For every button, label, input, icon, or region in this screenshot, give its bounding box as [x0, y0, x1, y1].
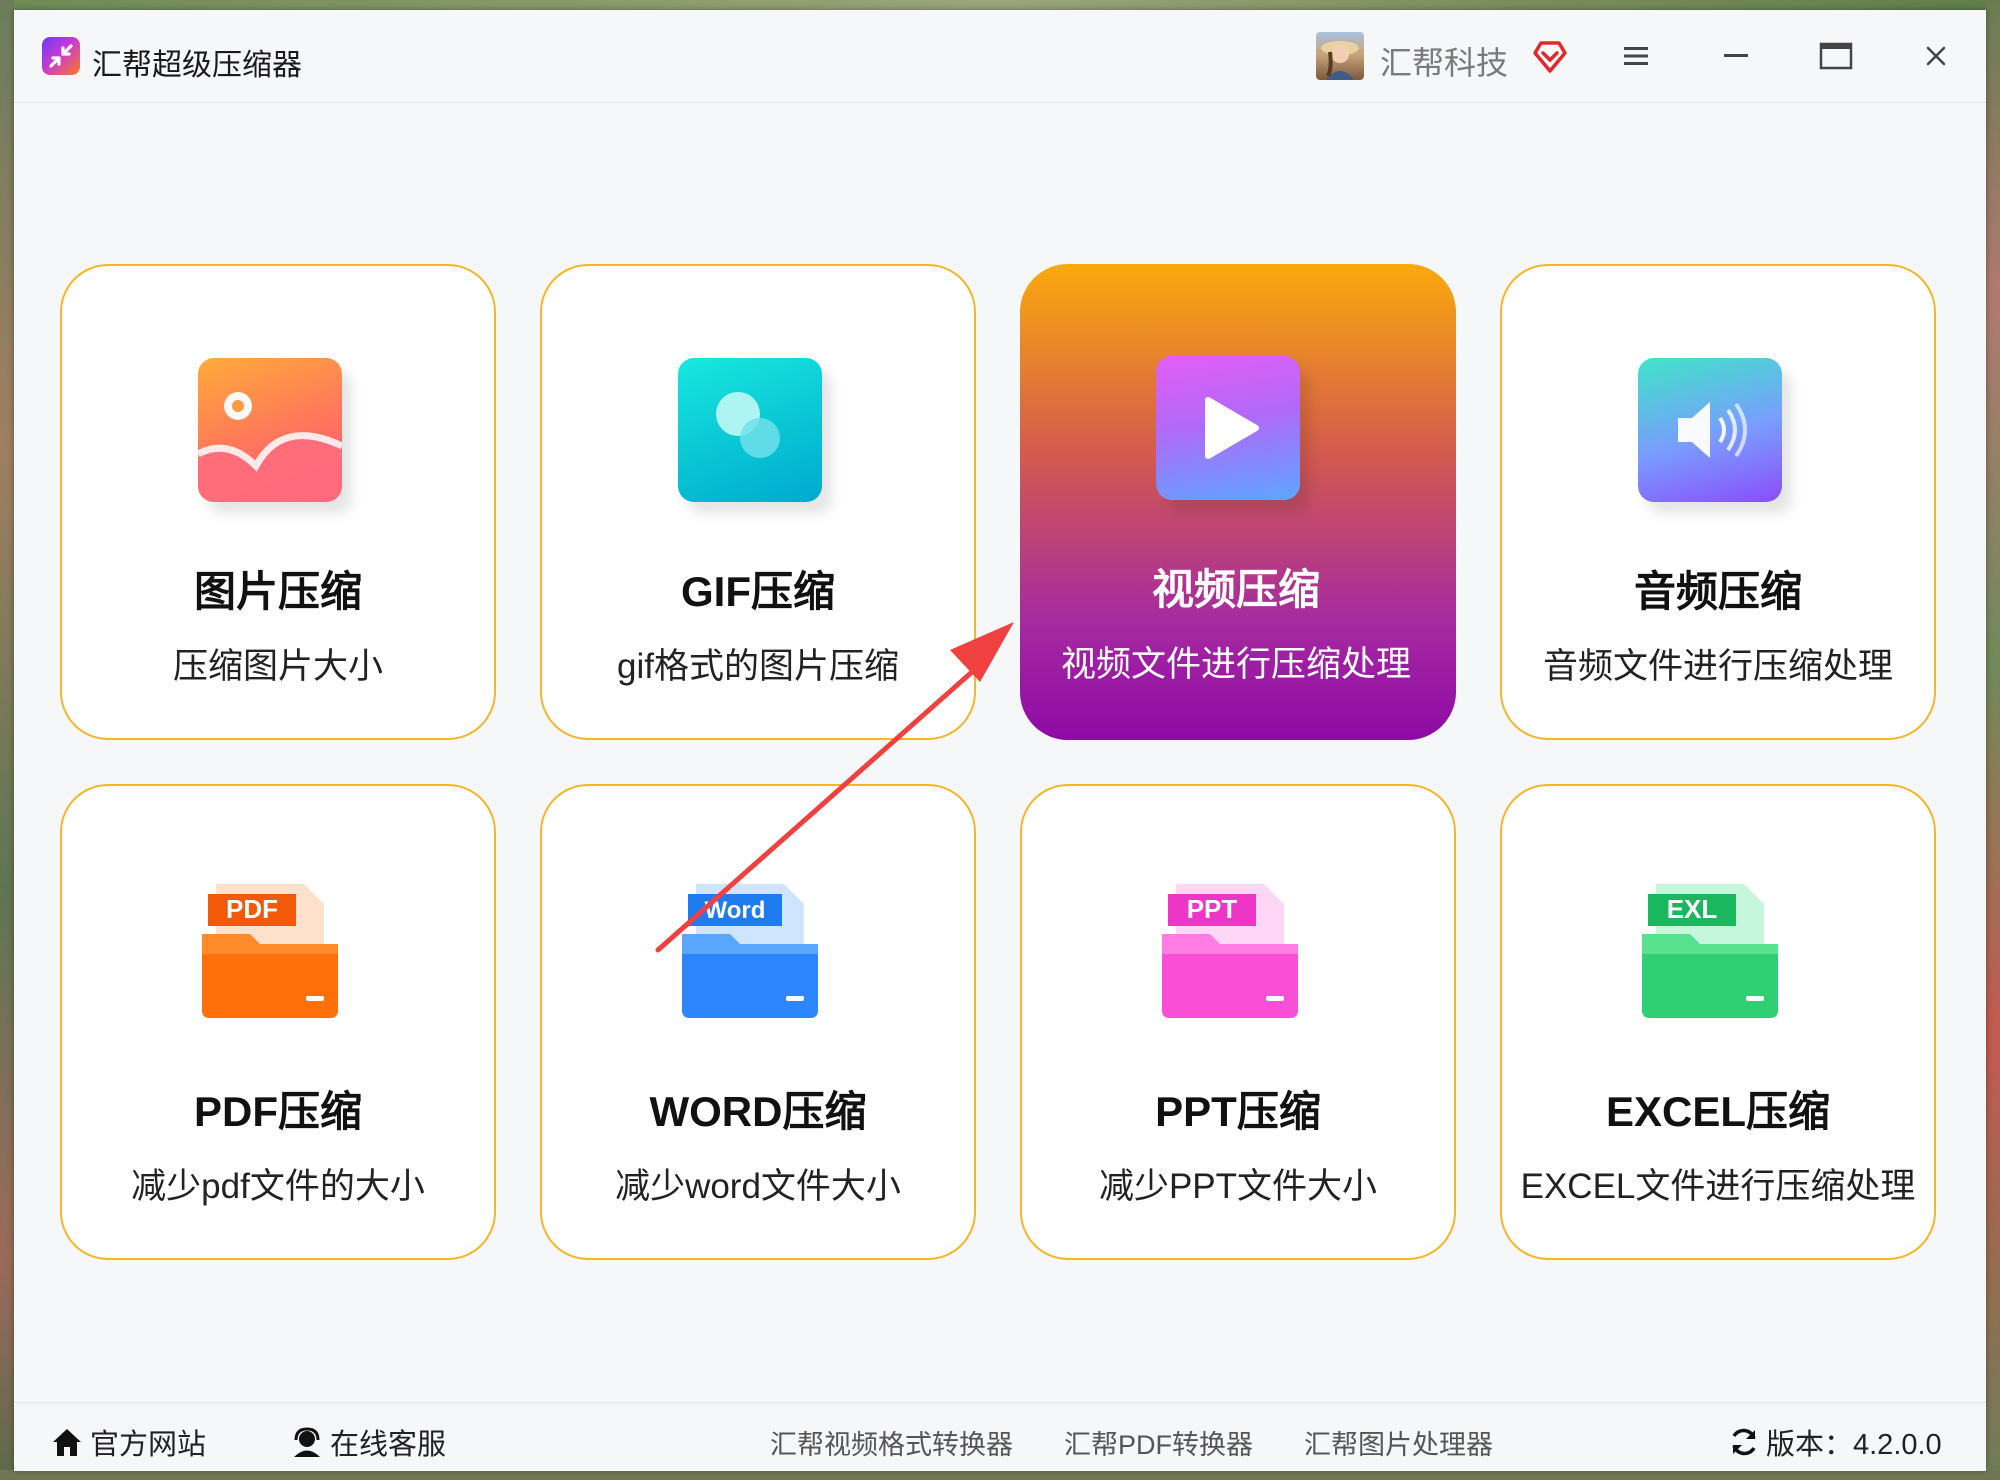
svg-text:EXL: EXL: [1667, 894, 1718, 924]
card-title: 音频压缩: [1633, 568, 1802, 615]
svg-text:PDF: PDF: [226, 894, 278, 924]
desktop-background-bottom: [0, 1470, 2000, 1480]
card-word-compress[interactable]: Word WORD压缩 减少word文件大小: [540, 784, 976, 1260]
hamburger-icon: [1624, 47, 1648, 65]
title-bar: 汇帮超级压缩器 汇帮科技: [14, 10, 1986, 103]
card-subtitle: 减少pdf文件的大小: [131, 1167, 425, 1206]
card-subtitle: 音频文件进行压缩处理: [1542, 647, 1893, 686]
card-audio-compress[interactable]: 音频压缩 音频文件进行压缩处理: [1500, 264, 1936, 740]
card-excel-compress[interactable]: EXL EXCEL压缩 EXCEL文件进行压缩处理: [1500, 784, 1936, 1260]
card-subtitle: EXCEL文件进行压缩处理: [1520, 1167, 1916, 1206]
headset-icon: [294, 1427, 320, 1457]
avatar[interactable]: [1316, 32, 1364, 80]
vip-diamond-icon[interactable]: [1532, 38, 1568, 79]
svg-text:Word: Word: [705, 897, 766, 924]
card-title: PDF压缩: [193, 1088, 362, 1135]
link-image-processor[interactable]: 汇帮图片处理器: [1304, 1423, 1493, 1462]
user-name[interactable]: 汇帮科技: [1380, 38, 1508, 84]
refresh-icon: [1732, 1428, 1756, 1456]
card-pdf-compress[interactable]: PDF PDF压缩 减少pdf文件的大小: [60, 784, 496, 1260]
gif-icon: [678, 358, 822, 502]
close-button[interactable]: [1908, 32, 1964, 80]
home-icon: [53, 1429, 81, 1456]
desktop-background-right: [1986, 0, 2000, 1480]
link-pdf-converter[interactable]: 汇帮PDF转换器: [1064, 1423, 1253, 1462]
card-title: WORD压缩: [649, 1088, 867, 1135]
card-title: 图片压缩: [193, 568, 362, 615]
card-subtitle: 减少word文件大小: [615, 1167, 901, 1206]
app-window: 汇帮超级压缩器 汇帮科技 图片压缩 压缩图片大小 GIF压缩 gif格式的图片压…: [14, 10, 1986, 1471]
official-website-link[interactable]: 官方网站: [50, 1421, 206, 1463]
card-title: PPT压缩: [1155, 1088, 1321, 1135]
card-subtitle: 减少PPT文件大小: [1098, 1167, 1378, 1206]
online-support-label: 在线客服: [330, 1429, 447, 1461]
card-subtitle: 视频文件进行压缩处理: [1060, 645, 1411, 684]
video-play-icon: [1156, 356, 1300, 500]
app-logo-icon: [42, 37, 80, 75]
card-gif-compress[interactable]: GIF压缩 gif格式的图片压缩: [540, 264, 976, 740]
version-label: 版本：4.2.0.0: [1766, 1429, 1942, 1461]
card-image-compress[interactable]: 图片压缩 压缩图片大小: [60, 264, 496, 740]
version-info[interactable]: 版本：4.2.0.0: [1728, 1421, 1942, 1463]
minimize-button[interactable]: [1708, 32, 1764, 80]
excel-folder-icon: EXL: [1638, 878, 1782, 1022]
desktop-background-left: [0, 0, 14, 1480]
bottom-bar: 官方网站 在线客服 汇帮视频格式转换器 汇帮PDF转换器 汇帮图片处理器 版本：…: [14, 1402, 1986, 1471]
svg-text:PPT: PPT: [1187, 894, 1238, 924]
card-title: EXCEL压缩: [1605, 1088, 1831, 1135]
word-folder-icon: Word: [678, 878, 822, 1022]
maximize-button[interactable]: [1808, 32, 1864, 80]
close-icon: [1926, 46, 1946, 66]
card-title: 视频压缩: [1151, 566, 1320, 613]
card-subtitle: 压缩图片大小: [172, 647, 383, 686]
card-ppt-compress[interactable]: PPT PPT压缩 减少PPT文件大小: [1020, 784, 1456, 1260]
maximize-icon: [1819, 42, 1853, 70]
official-website-label: 官方网站: [90, 1429, 207, 1461]
pdf-folder-icon: PDF: [198, 878, 342, 1022]
card-video-compress[interactable]: 视频压缩 视频文件进行压缩处理: [1020, 264, 1456, 740]
audio-speaker-icon: [1638, 358, 1782, 502]
ppt-folder-icon: PPT: [1158, 878, 1302, 1022]
image-icon: [198, 358, 342, 502]
link-video-converter[interactable]: 汇帮视频格式转换器: [770, 1423, 1013, 1462]
menu-button[interactable]: [1608, 32, 1664, 80]
minimize-icon: [1724, 54, 1748, 57]
online-support-link[interactable]: 在线客服: [290, 1421, 446, 1463]
card-title: GIF压缩: [681, 568, 835, 615]
app-title: 汇帮超级压缩器: [92, 49, 302, 82]
card-subtitle: gif格式的图片压缩: [617, 647, 899, 686]
